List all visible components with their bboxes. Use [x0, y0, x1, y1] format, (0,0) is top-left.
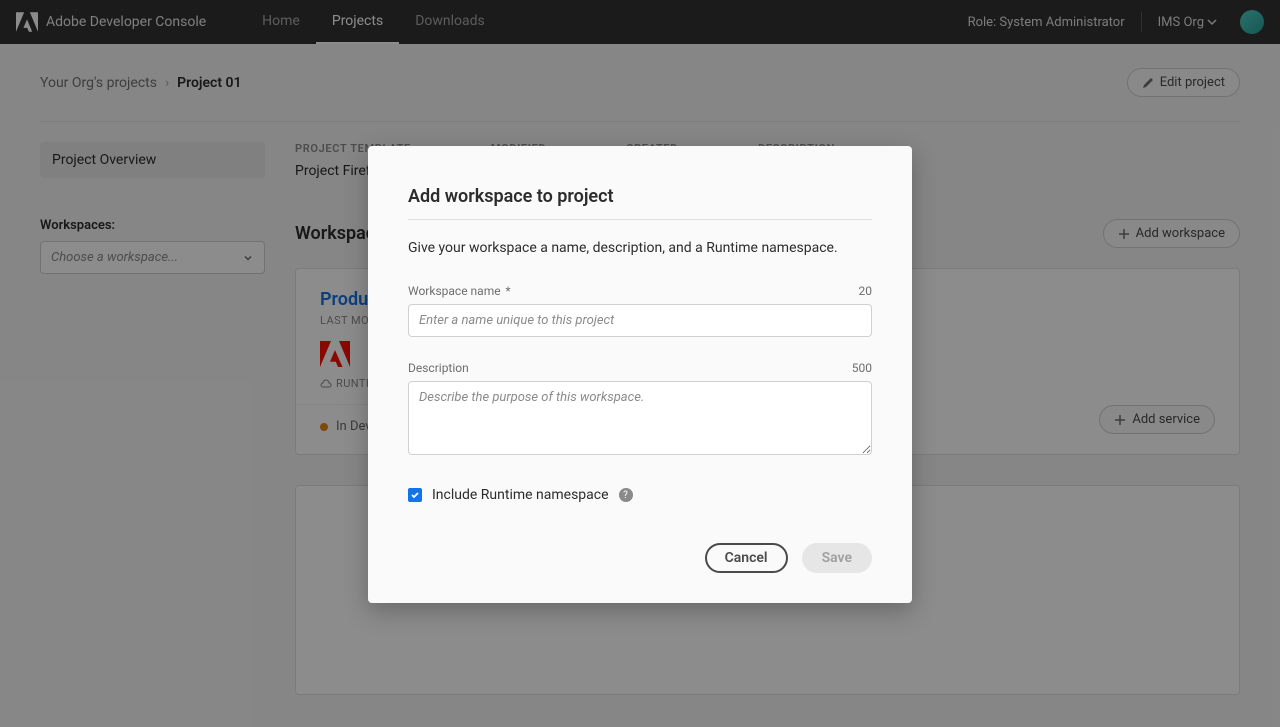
workspace-name-label: Workspace name * [408, 284, 511, 298]
include-runtime-row: Include Runtime namespace ? [408, 487, 872, 503]
help-icon[interactable]: ? [619, 488, 633, 502]
description-count: 500 [852, 361, 872, 375]
workspace-name-count: 20 [859, 284, 873, 298]
modal-intro: Give your workspace a name, description,… [408, 240, 872, 256]
include-runtime-checkbox[interactable] [408, 488, 422, 502]
modal-actions: Cancel Save [408, 543, 872, 573]
description-input[interactable] [408, 381, 872, 455]
modal-divider [408, 219, 872, 220]
description-label: Description [408, 361, 469, 375]
include-runtime-label: Include Runtime namespace [432, 487, 609, 503]
workspace-name-input[interactable] [408, 304, 872, 337]
modal-overlay[interactable]: Add workspace to project Give your works… [0, 0, 1280, 727]
add-workspace-modal: Add workspace to project Give your works… [368, 146, 912, 603]
save-button[interactable]: Save [802, 543, 872, 573]
modal-title: Add workspace to project [408, 186, 872, 207]
cancel-button[interactable]: Cancel [705, 543, 788, 573]
check-icon [410, 490, 420, 500]
